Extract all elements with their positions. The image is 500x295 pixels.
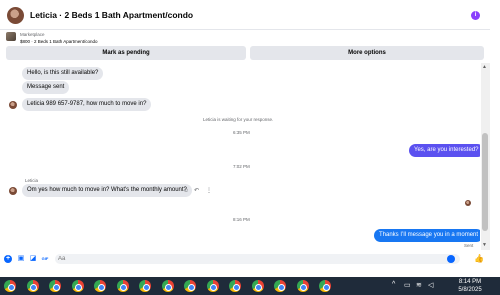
clock-date: 5/8/2025 [458,287,482,293]
more-options-button[interactable]: More options [250,46,484,60]
chrome-taskbar-icon[interactable] [161,280,174,292]
more-actions-icon[interactable]: ⋮ [206,187,212,195]
chrome-taskbar-icon[interactable] [251,280,264,292]
chrome-taskbar-icon[interactable] [274,280,286,292]
scroll-down-arrow[interactable]: ▼ [482,242,487,248]
chrome-taskbar-icon[interactable] [229,280,241,292]
chrome-taskbar-icon[interactable] [26,280,39,292]
chrome-taskbar-icon[interactable] [206,280,219,292]
message-thread[interactable]: Hello, is this still available? Message … [0,63,480,250]
timestamp: 7:02 PM [233,164,250,169]
chevron-up-icon[interactable]: ^ [392,281,395,288]
outgoing-message: Yes, are you interested? [409,144,480,157]
chrome-taskbar-icon[interactable] [71,280,84,292]
timestamp: 8:16 PM [233,217,250,222]
photo-icon[interactable]: ▣ [17,255,25,263]
sender-name: Leticia [25,178,39,183]
plus-icon[interactable]: + [4,255,12,263]
chrome-taskbar-icon[interactable] [184,280,196,292]
chrome-taskbar-icon[interactable] [94,280,106,292]
incoming-message: Hello, is this still available? [22,67,104,80]
info-icon[interactable]: i [471,11,480,20]
incoming-message: Leticia 989 657-9787, how much to move i… [22,98,152,111]
incoming-message: Message sent [22,81,70,94]
chrome-taskbar-icon[interactable] [296,280,309,292]
os-taskbar: ^ ▭ ≋ ◁ 8:14 PM 5/8/2025 [0,277,500,295]
scroll-up-arrow[interactable]: ▲ [482,64,487,70]
reply-icon[interactable]: ↶ [194,187,199,195]
sender-avatar [9,101,17,109]
read-receipt-avatar [465,200,471,206]
listing-summary[interactable]: Marketplace $800 · 2 Beds 1 Bath Apartme… [0,30,490,45]
timestamp: 6:35 PM [233,130,250,135]
chrome-taskbar-icon[interactable] [116,280,129,292]
message-composer: + ▣ ◪ GIF 👍 [0,251,490,267]
system-clock[interactable]: 8:14 PM 5/8/2025 [452,278,488,294]
message-input[interactable] [55,254,460,264]
listing-price-title: $800 · 2 Beds 1 Bath Apartment/condo [20,39,98,44]
react-icon[interactable]: ☺ [183,187,189,195]
mark-as-pending-button[interactable]: Mark as pending [6,46,246,60]
listing-type: Marketplace [20,32,45,37]
emoji-icon[interactable] [447,255,455,263]
gif-icon[interactable]: GIF [41,255,49,263]
like-icon[interactable]: 👍 [474,254,484,263]
clock-time: 8:14 PM [458,279,482,285]
chrome-taskbar-icon[interactable] [139,280,151,292]
chrome-taskbar-icon[interactable] [319,280,331,292]
conversation-header: Leticia · 2 Beds 1 Bath Apartment/condo … [0,0,490,30]
sender-avatar [9,187,17,195]
conversation-title[interactable]: Leticia · 2 Beds 1 Bath Apartment/condo [30,10,193,20]
scrollbar-thumb[interactable] [482,133,488,231]
outgoing-message: Thanks I’ll message you in a moment [374,229,480,242]
chrome-taskbar-icon[interactable] [49,280,61,292]
battery-icon[interactable]: ▭ [404,281,411,289]
incoming-message: Om yes how much to move in? What's the m… [22,184,192,197]
volume-icon[interactable]: ◁ [428,281,433,289]
waiting-notice: Leticia is waiting for your response. [203,117,274,122]
wifi-icon[interactable]: ≋ [416,281,422,289]
chrome-taskbar-icon[interactable] [4,280,16,292]
message-status: Sent [464,243,474,248]
contact-avatar[interactable] [7,7,24,24]
sticker-icon[interactable]: ◪ [29,255,37,263]
listing-thumbnail [6,32,16,41]
